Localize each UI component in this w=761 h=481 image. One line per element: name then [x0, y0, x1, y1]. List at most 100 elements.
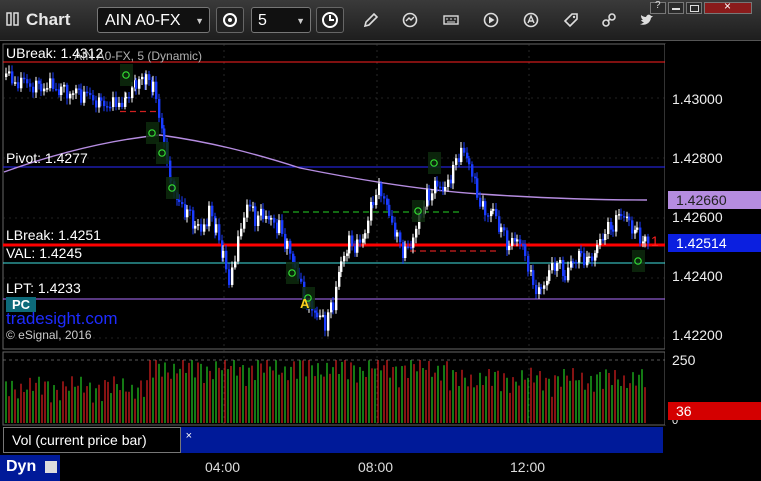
- candle-body: [138, 79, 141, 89]
- candle-body: [490, 210, 493, 217]
- candle-body: [474, 176, 477, 179]
- candle-body: [572, 261, 575, 263]
- chart-canvas[interactable]: [0, 40, 761, 481]
- volume-study-label: Vol (current price bar): [12, 432, 147, 448]
- candle-body: [125, 96, 128, 99]
- candle-body: [444, 186, 447, 191]
- interval-selector[interactable]: 5 ▼: [251, 7, 311, 33]
- candle-body: [356, 239, 359, 253]
- play-icon[interactable]: [482, 11, 500, 29]
- restore-button[interactable]: [686, 2, 702, 14]
- candle-body: [89, 92, 92, 96]
- candle-body: [270, 217, 273, 220]
- symbol-selector[interactable]: AIN A0-FX ▼: [97, 7, 210, 33]
- candle-body: [548, 270, 551, 281]
- last-price-tag: 1.42514: [668, 234, 761, 252]
- candle-body: [543, 285, 546, 289]
- candle-body: [362, 238, 365, 243]
- candle-body: [631, 220, 634, 234]
- candle-body: [211, 205, 214, 217]
- minimize-button[interactable]: [668, 2, 684, 14]
- candle-body: [228, 269, 231, 285]
- candle-body: [452, 164, 455, 184]
- candle-body: [109, 106, 112, 109]
- candle-body: [128, 96, 131, 99]
- candle-body: [72, 93, 75, 95]
- candle-body: [447, 179, 450, 187]
- count-marker: [146, 122, 159, 144]
- candle-body: [399, 232, 402, 243]
- count-marker: [286, 262, 299, 284]
- marker-a: A: [300, 296, 310, 311]
- candle-body: [532, 270, 535, 285]
- candle-body: [647, 236, 650, 244]
- price-axis-label: 1.42800: [672, 150, 723, 166]
- candle-body: [468, 158, 471, 165]
- close-icon[interactable]: ×: [186, 424, 192, 448]
- candle-body: [508, 245, 511, 251]
- count-marker: [632, 250, 645, 272]
- candle-body: [141, 76, 144, 80]
- candle-body: [49, 78, 52, 89]
- candle-body: [222, 250, 225, 258]
- candle-body: [535, 284, 538, 295]
- candle-body: [407, 246, 410, 249]
- candle-body: [208, 205, 211, 227]
- candle-body: [466, 152, 469, 159]
- candle-body: [63, 84, 66, 87]
- candle-body: [32, 86, 35, 93]
- time-axis-label: 04:00: [205, 459, 241, 475]
- val-label: VAL: 1.4245: [6, 245, 83, 261]
- candle-body: [35, 80, 38, 93]
- candle-body: [197, 224, 200, 226]
- candle-body: [495, 208, 498, 217]
- refresh-chart-icon[interactable]: [401, 11, 419, 29]
- candle-body: [225, 250, 228, 270]
- candle-body: [346, 253, 349, 256]
- candle-body: [23, 77, 26, 80]
- candle-body: [163, 128, 166, 142]
- candle-body: [580, 250, 583, 254]
- candle-body: [257, 215, 260, 226]
- candle-body: [439, 186, 442, 189]
- tag-icon[interactable]: [562, 11, 580, 29]
- keyboard-icon[interactable]: [442, 11, 460, 29]
- dynamic-label: Dyn: [6, 458, 37, 475]
- candle-body: [324, 315, 327, 331]
- candle-body: [348, 235, 351, 254]
- candle-body: [524, 244, 527, 256]
- price-axis-label: 1.42600: [672, 209, 723, 225]
- candle-body: [314, 310, 317, 313]
- time-template-button[interactable]: [316, 7, 344, 33]
- interval-settings-button[interactable]: [216, 7, 244, 33]
- candle-body: [55, 88, 58, 91]
- link-icon[interactable]: [600, 11, 618, 29]
- candle-body: [234, 261, 237, 268]
- candle-body: [14, 82, 17, 84]
- candle-body: [121, 102, 124, 107]
- candle-body: [200, 224, 203, 232]
- candle-body: [436, 180, 439, 187]
- candle-body: [218, 224, 221, 241]
- dynamic-scroll-button[interactable]: Dyn: [0, 455, 60, 481]
- candle-body: [607, 221, 610, 234]
- candle-body: [359, 239, 362, 243]
- candle-body: [615, 215, 618, 232]
- candle-body: [66, 84, 69, 99]
- candle-body: [29, 83, 32, 87]
- candle-body: [286, 240, 289, 249]
- volume-last-tag: 36: [668, 402, 761, 420]
- candle-body: [46, 88, 49, 90]
- symbol-header: AIN A0-FX, 5 (Dynamic): [74, 49, 203, 63]
- close-window-button[interactable]: ×: [704, 0, 752, 14]
- candle-body: [594, 253, 597, 261]
- alert-icon[interactable]: [522, 11, 540, 29]
- candle-body: [95, 100, 98, 108]
- candle-body: [11, 71, 14, 84]
- pencil-icon[interactable]: [362, 11, 380, 29]
- help-button[interactable]: ?: [650, 0, 666, 14]
- candle-body: [8, 71, 11, 74]
- price-chart-area[interactable]: UBreak: 1.4312 AIN A0-FX, 5 (Dynamic) Pi…: [0, 40, 761, 481]
- candle-body: [636, 227, 639, 230]
- volume-study-tab[interactable]: Vol (current price bar) ×: [3, 427, 192, 453]
